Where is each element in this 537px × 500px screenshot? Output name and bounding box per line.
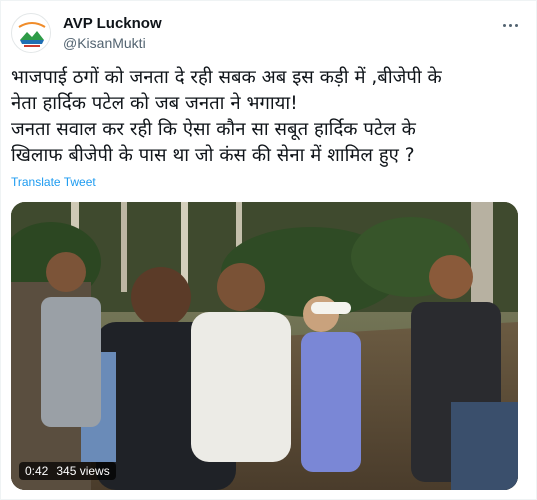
author-avatar[interactable]: [11, 13, 51, 53]
translate-tweet-link[interactable]: Translate Tweet: [11, 175, 96, 189]
avatar-logo-icon: [13, 15, 50, 52]
author-name[interactable]: AVP Lucknow: [63, 15, 162, 32]
tweet-text-line: जनता सवाल कर रही कि ऐसा कौन सा सबूत हार्…: [11, 119, 416, 140]
tweet-text: भाजपाई ठगों को जनता दे रही सबक अब इस कड़…: [11, 65, 526, 169]
tweet-card: AVP Lucknow @KisanMukti भाजपाई ठगों को ज…: [0, 0, 537, 500]
video-views: 345 views: [56, 464, 110, 478]
tweet-text-line: नेता हार्दिक पटेल को जब जनता ने भगाया!: [11, 93, 298, 114]
video-duration: 0:42: [25, 464, 49, 478]
more-dots-icon[interactable]: [498, 15, 522, 35]
video-stats-badge: 0:42 345 views: [19, 462, 116, 480]
tweet-text-line: भाजपाई ठगों को जनता दे रही सबक अब इस कड़…: [11, 67, 442, 88]
video-thumbnail: [11, 202, 518, 490]
author-handle[interactable]: @KisanMukti: [63, 35, 146, 51]
tweet-text-line: खिलाफ बीजेपी के पास था जो कंस की सेना मे…: [11, 145, 415, 166]
video-player[interactable]: 0:42 345 views: [11, 202, 518, 490]
